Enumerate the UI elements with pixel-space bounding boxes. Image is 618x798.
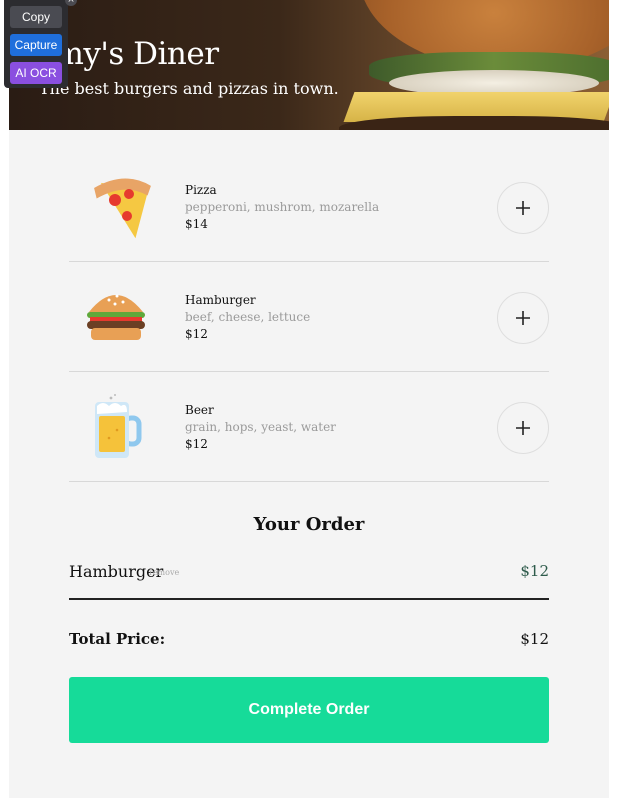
menu-item-beer: Beer grain, hops, yeast, water $12 <box>69 372 549 482</box>
add-beer-button[interactable] <box>497 402 549 454</box>
plus-icon <box>516 421 530 435</box>
menu-item-ingredients: grain, hops, yeast, water <box>185 420 336 434</box>
menu-item-info: Beer grain, hops, yeast, water $12 <box>185 402 336 452</box>
menu-item-hamburger: Hamburger beef, cheese, lettuce $12 <box>69 262 549 372</box>
hero-banner: nmy's Diner The best burgers and pizzas … <box>9 0 609 130</box>
ai-ocr-button[interactable]: AI OCR <box>10 62 62 84</box>
pizza-icon <box>81 172 151 242</box>
plus-icon <box>516 201 530 215</box>
menu-list: Pizza pepperoni, mushrom, mozarella $14 <box>69 152 549 482</box>
menu-item-price: $12 <box>185 437 208 451</box>
beer-icon <box>81 392 151 462</box>
menu-item-ingredients: pepperoni, mushrom, mozarella <box>185 200 380 214</box>
total-price-label: Total Price: <box>69 630 166 648</box>
menu-item-price: $12 <box>185 327 208 341</box>
hamburger-icon <box>81 282 151 352</box>
menu-item-info: Pizza pepperoni, mushrom, mozarella $14 <box>185 182 379 232</box>
menu-item-ingredients: beef, cheese, lettuce <box>185 310 311 324</box>
menu-item-info: Hamburger beef, cheese, lettuce $12 <box>185 292 310 342</box>
extension-toolbar: Copy Capture AI OCR × <box>4 0 77 88</box>
capture-button[interactable]: Capture <box>10 34 62 56</box>
order-title: Your Order <box>253 514 365 535</box>
copy-button[interactable]: Copy <box>10 6 62 28</box>
menu-item-pizza: Pizza pepperoni, mushrom, mozarella $14 <box>69 152 549 262</box>
add-pizza-button[interactable] <box>497 182 549 234</box>
add-hamburger-button[interactable] <box>497 292 549 344</box>
burger-photo-patty <box>339 116 609 130</box>
plus-icon <box>516 311 530 325</box>
order-item: Hamburger remove $12 <box>69 562 549 586</box>
order-item-price: $12 <box>520 562 549 580</box>
total-price-value: $12 <box>520 630 549 648</box>
menu-item-name: Pizza <box>185 183 217 197</box>
menu-item-name: Beer <box>185 403 214 417</box>
order-divider <box>69 598 549 600</box>
menu-item-price: $14 <box>185 217 208 231</box>
remove-order-item-link[interactable]: remove <box>149 568 179 577</box>
page-subtitle: The best burgers and pizzas in town. <box>39 79 339 98</box>
menu-item-name: Hamburger <box>185 293 256 307</box>
complete-order-button[interactable]: Complete Order <box>69 677 549 743</box>
